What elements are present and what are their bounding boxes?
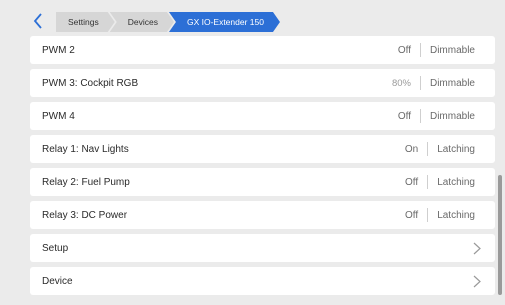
list-item-value: Off <box>405 209 419 221</box>
list-item-pwm-4[interactable]: PWM 4 Off Dimmable <box>30 102 495 130</box>
list-item-relay-1[interactable]: Relay 1: Nav Lights On Latching <box>30 135 495 163</box>
list-item-status: 80% Dimmable <box>392 76 475 90</box>
breadcrumb: Settings Devices GX IO-Extender 150 <box>56 12 275 32</box>
list-item-mode: Dimmable <box>429 44 475 56</box>
back-button[interactable] <box>30 11 46 31</box>
list-item-label: Setup <box>42 242 69 254</box>
list-item-label: Relay 1: Nav Lights <box>42 143 129 155</box>
list-item-status: Off Dimmable <box>398 109 475 123</box>
list-item-status: Off Latching <box>405 208 475 222</box>
list-item-value: 80% <box>391 77 411 89</box>
list-item-value: Off <box>397 44 411 56</box>
list-item-mode: Dimmable <box>429 77 475 89</box>
list-item-device[interactable]: Device <box>30 267 495 295</box>
list-item-value: Off <box>405 176 419 188</box>
list-item-setup[interactable]: Setup <box>30 234 495 262</box>
list-item-value: Off <box>397 110 411 122</box>
list-item-value: On <box>404 143 419 155</box>
list-item-label: PWM 2 <box>42 44 75 56</box>
divider <box>427 175 429 189</box>
list-item-label: Relay 2: Fuel Pump <box>42 176 130 188</box>
breadcrumb-devices[interactable]: Devices <box>110 12 174 32</box>
scrollbar[interactable] <box>498 175 502 295</box>
breadcrumb-settings[interactable]: Settings <box>56 12 115 32</box>
list-item-status: On Latching <box>405 142 475 156</box>
divider <box>427 208 429 222</box>
list-item-mode: Latching <box>437 143 475 155</box>
divider <box>419 76 421 90</box>
list-item-label: Device <box>42 275 73 287</box>
list-item-mode: Dimmable <box>429 110 475 122</box>
top-bar: Settings Devices GX IO-Extender 150 <box>0 0 505 36</box>
divider <box>419 109 421 123</box>
list-item-relay-3[interactable]: Relay 3: DC Power Off Latching <box>30 201 495 229</box>
divider <box>427 142 429 156</box>
list-item-status: Off Latching <box>405 175 475 189</box>
list-item-mode: Latching <box>437 176 475 188</box>
list-item-mode: Latching <box>437 209 475 221</box>
list-item-status: Off Dimmable <box>398 43 475 57</box>
list-item-label: Relay 3: DC Power <box>42 209 128 221</box>
breadcrumb-current-device[interactable]: GX IO-Extender 150 <box>169 12 280 32</box>
list-item-label: PWM 4 <box>42 110 75 122</box>
chevron-left-icon <box>33 13 42 29</box>
list-item-relay-2[interactable]: Relay 2: Fuel Pump Off Latching <box>30 168 495 196</box>
list-item-label: PWM 3: Cockpit RGB <box>42 77 139 89</box>
list-item-pwm-3[interactable]: PWM 3: Cockpit RGB 80% Dimmable <box>30 69 495 97</box>
chevron-right-icon <box>473 275 481 288</box>
divider <box>419 43 421 57</box>
list-item-pwm-2[interactable]: PWM 2 Off Dimmable <box>30 36 495 64</box>
chevron-right-icon <box>473 242 481 255</box>
